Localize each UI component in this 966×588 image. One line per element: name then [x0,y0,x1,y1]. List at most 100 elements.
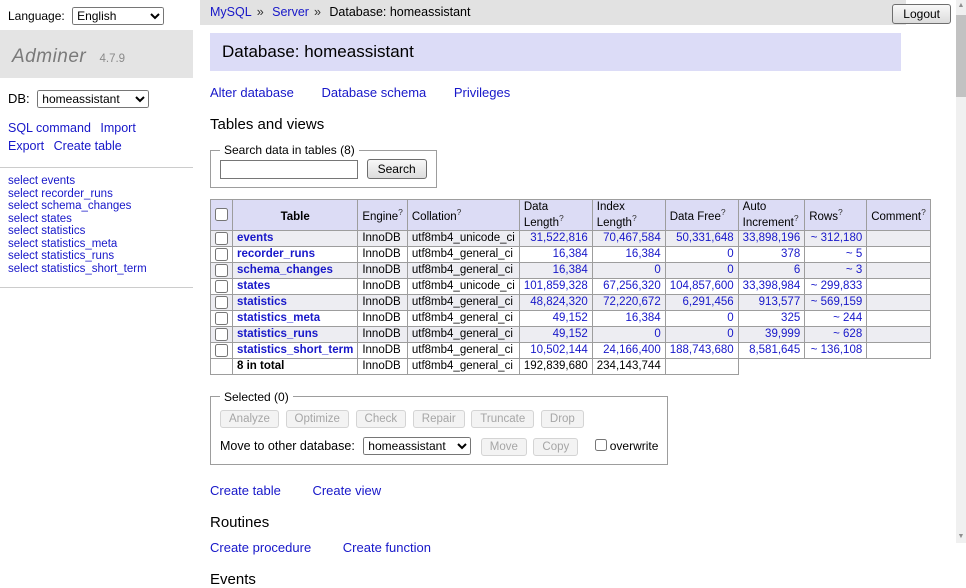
table-name-link[interactable]: schema_changes [237,264,333,276]
index-length-link[interactable]: 0 [654,264,660,276]
index-length-link[interactable]: 16,384 [626,312,661,324]
table-select-link[interactable]: select states [8,213,72,225]
column-help-icon[interactable]: ? [559,213,564,223]
language-select[interactable]: English [72,7,164,25]
index-length-link[interactable]: 70,467,584 [603,232,661,244]
table-name-link[interactable]: events [237,232,273,244]
move-db-select[interactable]: homeassistant [363,437,471,455]
row-checkbox[interactable] [215,248,228,261]
overwrite-checkbox[interactable] [595,439,607,451]
data-length-link[interactable]: 101,859,328 [524,280,588,292]
sidebar-link[interactable]: SQL command [8,121,91,135]
data-length-link[interactable]: 16,384 [553,264,588,276]
scrollbar[interactable]: ▲ ▼ [956,0,966,543]
rows-link[interactable]: ~ 3 [846,264,862,276]
copy-button[interactable]: Copy [533,438,578,456]
data-free-link[interactable]: 0 [727,248,733,260]
db-select[interactable]: homeassistant [37,90,149,108]
table-select-link[interactable]: select events [8,175,75,187]
data-length-link[interactable]: 16,384 [553,248,588,260]
data-free-link[interactable]: 50,331,648 [676,232,734,244]
data-length-link[interactable]: 31,522,816 [530,232,588,244]
auto-increment-link[interactable]: 6 [794,264,800,276]
data-free-link[interactable]: 0 [727,328,733,340]
breadcrumb-link[interactable]: MySQL [210,5,252,19]
row-checkbox[interactable] [215,232,228,245]
data-length-link[interactable]: 49,152 [553,328,588,340]
auto-increment-link[interactable]: 325 [781,312,800,324]
data-length-link[interactable]: 49,152 [553,312,588,324]
index-length-link[interactable]: 67,256,320 [603,280,661,292]
scrollbar-thumb[interactable] [956,15,966,97]
column-help-icon[interactable]: ? [794,213,799,223]
create-link[interactable]: Create view [312,483,381,498]
table-select-link[interactable]: select statistics [8,225,85,237]
table-select-link[interactable]: select schema_changes [8,200,131,212]
column-help-icon[interactable]: ? [838,207,843,217]
column-help-icon[interactable]: ? [632,213,637,223]
bulk-action-button[interactable]: Optimize [286,410,349,428]
index-length-link[interactable]: 72,220,672 [603,296,661,308]
rows-link[interactable]: ~ 5 [846,248,862,260]
table-select-link[interactable]: select statistics_runs [8,250,114,262]
routine-link[interactable]: Create function [343,540,431,555]
row-checkbox[interactable] [215,280,228,293]
table-name-link[interactable]: statistics_short_term [237,344,353,356]
column-help-icon[interactable]: ? [398,207,403,217]
bulk-action-button[interactable]: Repair [413,410,465,428]
auto-increment-link[interactable]: 8,581,645 [749,344,800,356]
data-length-link[interactable]: 10,502,144 [530,344,588,356]
data-free-link[interactable]: 104,857,600 [670,280,734,292]
sidebar-link[interactable]: Create table [54,139,122,153]
table-select-link[interactable]: select recorder_runs [8,188,113,200]
database-action-link[interactable]: Database schema [321,85,426,100]
rows-link[interactable]: ~ 628 [833,328,862,340]
bulk-action-button[interactable]: Truncate [471,410,534,428]
rows-link[interactable]: ~ 136,108 [811,344,862,356]
search-button[interactable]: Search [367,159,427,179]
data-free-link[interactable]: 6,291,456 [683,296,734,308]
table-name-link[interactable]: statistics [237,296,287,308]
create-link[interactable]: Create table [210,483,281,498]
data-free-link[interactable]: 0 [727,312,733,324]
index-length-link[interactable]: 16,384 [626,248,661,260]
auto-increment-link[interactable]: 378 [781,248,800,260]
database-action-link[interactable]: Alter database [210,85,294,100]
rows-link[interactable]: ~ 299,833 [811,280,862,292]
row-checkbox[interactable] [215,328,228,341]
auto-increment-link[interactable]: 39,999 [765,328,800,340]
bulk-action-button[interactable]: Drop [541,410,584,428]
table-select-link[interactable]: select statistics_short_term [8,263,147,275]
database-action-link[interactable]: Privileges [454,85,510,100]
table-select-link[interactable]: select statistics_meta [8,238,117,250]
bulk-action-button[interactable]: Check [356,410,407,428]
scroll-down-icon[interactable]: ▼ [956,531,966,543]
check-all-checkbox[interactable] [215,208,228,221]
breadcrumb-link[interactable]: Server [272,5,309,19]
row-checkbox[interactable] [215,312,228,325]
row-checkbox[interactable] [215,344,228,357]
auto-increment-link[interactable]: 33,898,196 [743,232,801,244]
table-name-link[interactable]: statistics_meta [237,312,320,324]
auto-increment-link[interactable]: 913,577 [759,296,801,308]
logout-button[interactable]: Logout [892,4,951,24]
bulk-action-button[interactable]: Analyze [220,410,279,428]
data-free-link[interactable]: 0 [727,264,733,276]
index-length-link[interactable]: 24,166,400 [603,344,661,356]
search-input[interactable] [220,160,358,179]
data-free-link[interactable]: 188,743,680 [670,344,734,356]
row-checkbox[interactable] [215,296,228,309]
column-help-icon[interactable]: ? [721,207,726,217]
rows-link[interactable]: ~ 312,180 [811,232,862,244]
column-help-icon[interactable]: ? [457,207,462,217]
routine-link[interactable]: Create procedure [210,540,311,555]
row-checkbox[interactable] [215,264,228,277]
column-help-icon[interactable]: ? [921,207,926,217]
sidebar-link[interactable]: Import [100,121,135,135]
index-length-link[interactable]: 0 [654,328,660,340]
table-name-link[interactable]: statistics_runs [237,328,318,340]
sidebar-link[interactable]: Export [8,139,44,153]
table-name-link[interactable]: recorder_runs [237,248,315,260]
app-name[interactable]: Adminer [12,46,86,67]
scroll-up-icon[interactable]: ▲ [956,0,966,12]
